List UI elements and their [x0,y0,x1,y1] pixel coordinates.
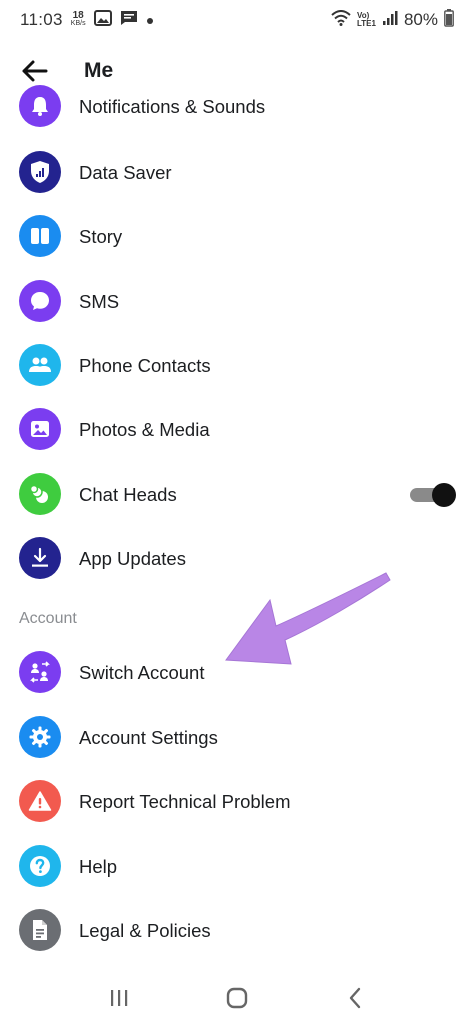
status-time: 11:03 [20,10,63,29]
settings-item-label: Story [79,226,123,247]
download-icon [19,537,61,579]
settings-item-label: Switch Account [79,662,205,683]
photo-icon [19,408,61,450]
network-type-indicator: Vo) LTE1 [357,12,376,28]
document-icon [19,909,61,951]
home-button[interactable] [207,978,267,1018]
home-icon [226,987,248,1008]
status-bar: 11:03 18 KB/s Vo) LTE1 80% [0,0,474,40]
settings-item-sms[interactable]: SMS [0,269,474,333]
message-notification-icon [120,10,138,31]
settings-item-label: Phone Contacts [79,355,211,376]
settings-item-label: Photos & Media [79,419,210,440]
gear-icon [19,716,61,758]
settings-item-label: Data Saver [79,162,172,183]
recent-apps-icon [111,989,128,1006]
settings-item-chat-heads[interactable]: Chat Heads [0,462,474,526]
lte-label: LTE1 [357,19,376,28]
question-icon [19,845,61,887]
settings-item-photos-media[interactable]: Photos & Media [0,397,474,461]
chat-heads-icon [19,473,61,515]
settings-item-label: Report Technical Problem [79,791,291,812]
settings-item-label: Account Settings [79,727,218,748]
settings-item-switch-account[interactable]: Switch Account [0,640,474,704]
system-nav-bar [0,970,474,1025]
battery-icon [444,8,454,32]
settings-item-legal-policies[interactable]: Legal & Policies [0,898,474,962]
signal-strength-icon [382,10,398,31]
settings-item-account-settings[interactable]: Account Settings [0,705,474,769]
back-nav-button[interactable] [325,978,385,1018]
chat-bubble-icon [19,280,61,322]
recent-apps-button[interactable] [89,978,149,1018]
more-notifications-dot-icon [146,10,154,30]
data-speed-unit: KB/s [70,20,86,27]
switch-account-icon [19,651,61,693]
settings-item-app-updates[interactable]: App Updates [0,526,474,590]
toggle-thumb [432,483,456,507]
bell-icon [19,85,61,127]
battery-percent: 80% [403,10,438,29]
settings-item-label: Notifications & Sounds [79,96,266,117]
settings-item-label: SMS [79,291,120,312]
data-speed-value: 18 [72,10,84,21]
settings-item-story[interactable]: Story [0,204,474,268]
settings-item-notifications[interactable]: Notifications & Sounds [0,74,474,138]
wifi-icon [331,9,351,31]
story-icon [19,215,61,257]
people-icon [19,344,61,386]
gallery-notification-icon [93,9,112,31]
settings-item-data-saver[interactable]: Data Saver [0,140,474,204]
settings-item-label: App Updates [79,548,186,569]
settings-item-label: Chat Heads [79,484,177,505]
settings-item-label: Legal & Policies [79,920,211,941]
chat-heads-toggle[interactable] [410,482,456,507]
settings-item-help[interactable]: Help [0,834,474,898]
chevron-left-icon [349,987,361,1008]
settings-item-phone-contacts[interactable]: Phone Contacts [0,333,474,397]
data-speed-indicator: 18 KB/s [70,10,86,28]
settings-item-label: Help [79,856,118,877]
shield-signal-icon [19,151,61,193]
settings-item-report-problem[interactable]: Report Technical Problem [0,769,474,833]
section-header-account: Account [19,610,77,627]
warning-icon [19,780,61,822]
